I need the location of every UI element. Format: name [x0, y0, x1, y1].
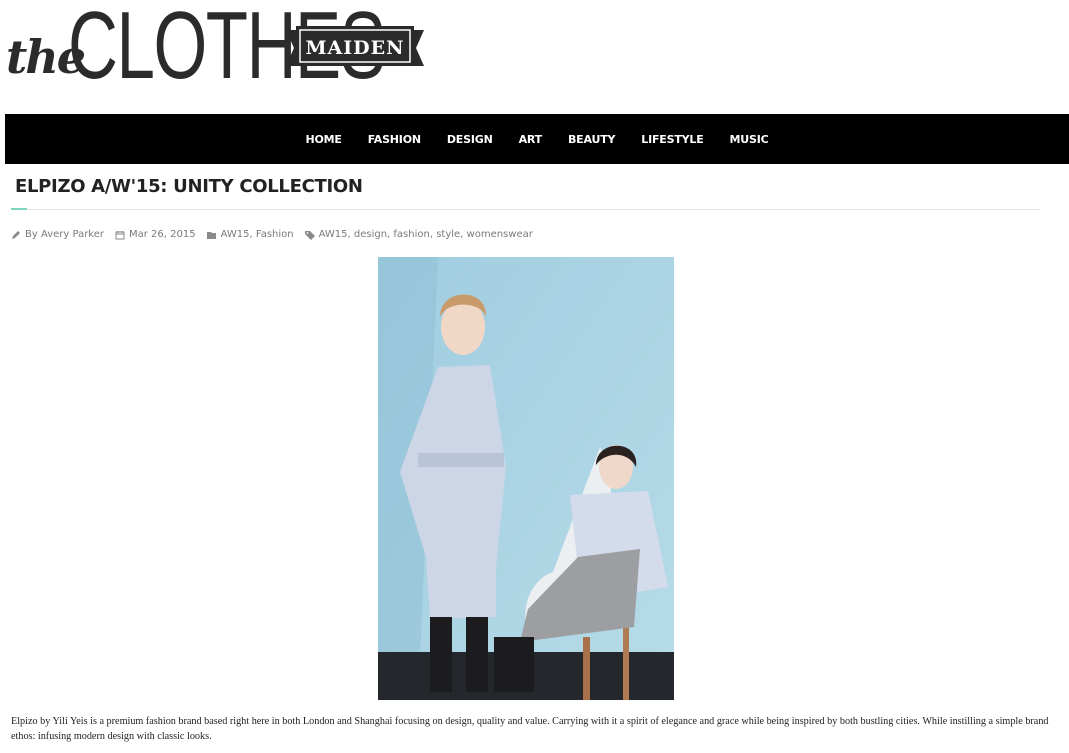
post-photo — [378, 257, 674, 700]
nav-item-home[interactable]: HOME — [293, 133, 355, 146]
nav-item-art[interactable]: ART — [506, 133, 555, 146]
folder-icon — [206, 231, 216, 239]
main-nav: HOME FASHION DESIGN ART BEAUTY LIFESTYLE… — [5, 114, 1069, 164]
author-link[interactable]: By Avery Parker — [25, 229, 104, 240]
category-links[interactable]: AW15, Fashion — [221, 229, 294, 240]
nav-item-fashion[interactable]: FASHION — [355, 133, 434, 146]
fashion-photo-illustration — [378, 257, 674, 700]
nav-item-beauty[interactable]: BEAUTY — [555, 133, 628, 146]
site-logo[interactable]: the CLOTHES MAIDEN — [6, 0, 426, 104]
calendar-icon — [115, 230, 125, 239]
logo-maiden-ribbon: MAIDEN — [286, 26, 424, 66]
meta-categories: AW15, Fashion — [206, 229, 294, 240]
pencil-icon — [12, 230, 20, 239]
title-divider — [11, 209, 1040, 210]
meta-date: Mar 26, 2015 — [115, 229, 196, 240]
post-meta: By Avery Parker Mar 26, 2015 AW15, Fashi… — [11, 229, 544, 240]
nav-item-lifestyle[interactable]: LIFESTYLE — [628, 133, 716, 146]
meta-tags: AW15, design, fashion, style, womenswear — [304, 229, 533, 240]
post-title: ELPIZO A/W'15: UNITY COLLECTION — [15, 176, 363, 197]
logo-maiden-text: MAIDEN — [306, 37, 405, 59]
meta-author[interactable]: By Avery Parker — [11, 229, 104, 240]
title-accent-bar — [11, 208, 27, 210]
post-body: Elpizo by Yili Yeis is a premium fashion… — [11, 716, 1049, 742]
nav-item-music[interactable]: MUSIC — [717, 133, 782, 146]
nav-item-design[interactable]: DESIGN — [434, 133, 506, 146]
tag-links[interactable]: AW15, design, fashion, style, womenswear — [319, 229, 533, 240]
post-date: Mar 26, 2015 — [129, 229, 196, 240]
tag-icon — [304, 230, 315, 240]
